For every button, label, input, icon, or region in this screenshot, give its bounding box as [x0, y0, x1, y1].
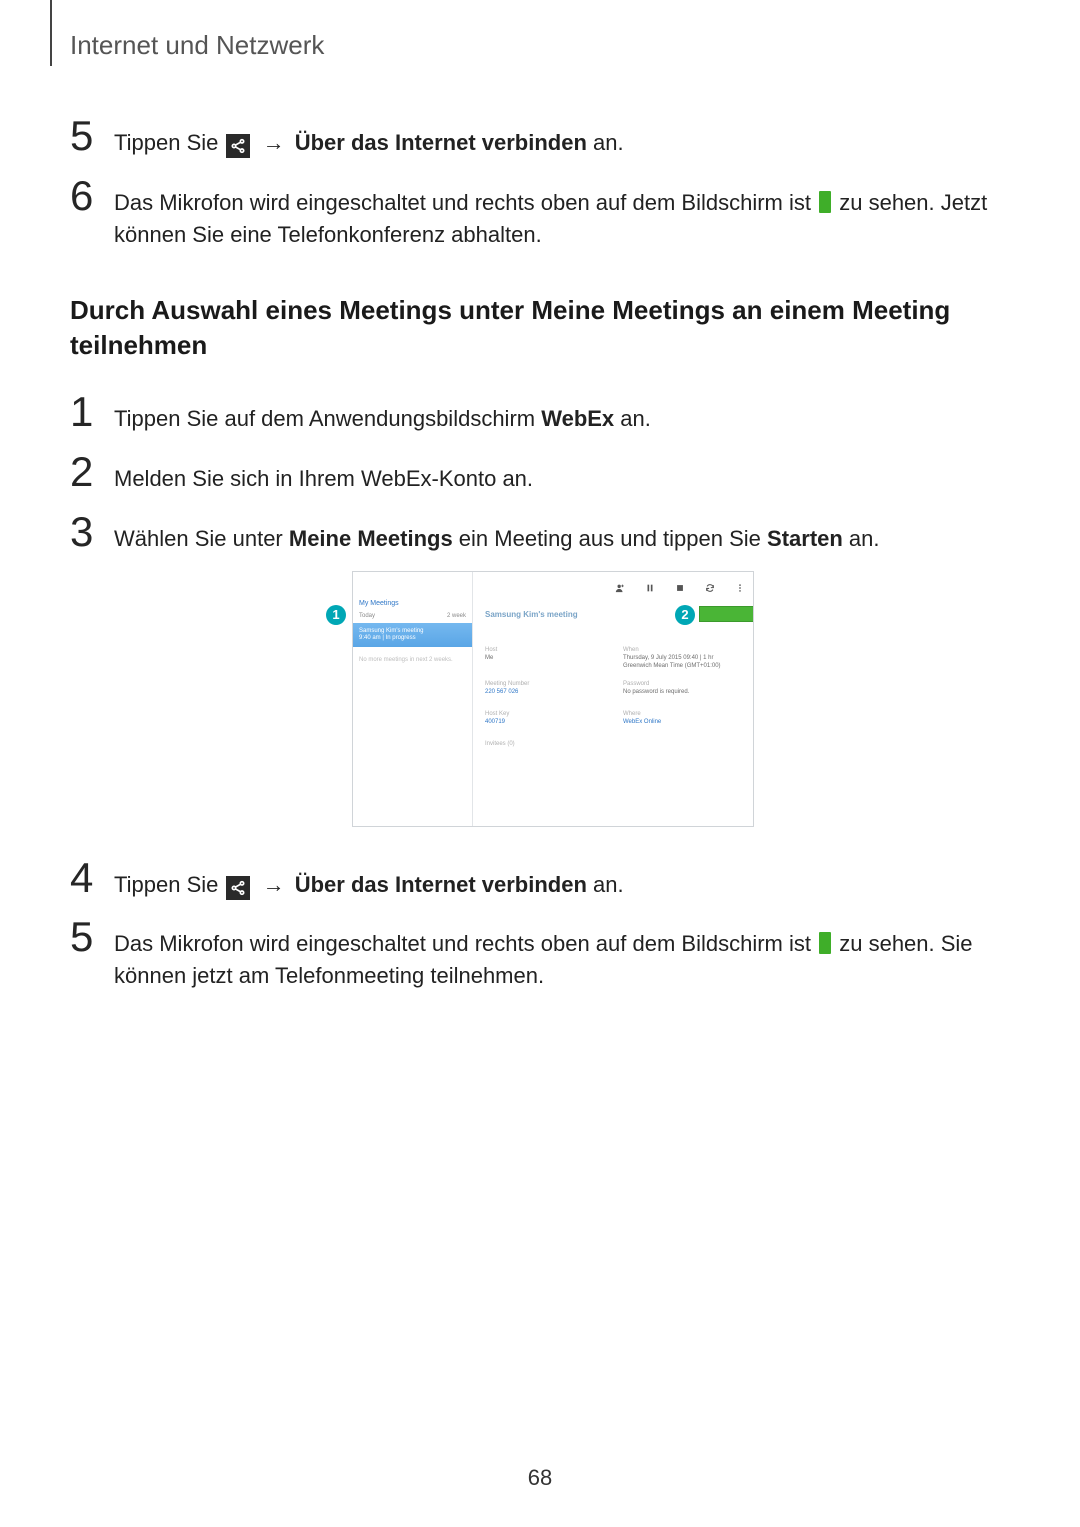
- where-label: Where: [623, 710, 661, 718]
- host-label: Host: [485, 646, 497, 654]
- callout-1: 1: [326, 605, 346, 625]
- webex-screenshot: 2 My Meetings Today 2 week: [352, 571, 754, 827]
- meeting-number-value: 220 567 026: [485, 688, 529, 696]
- filter-range: 2 week: [447, 613, 466, 619]
- arrow: →: [263, 872, 291, 897]
- step-number: 1: [70, 391, 114, 433]
- step-text: Melden Sie sich in Ihrem WebEx-Konto an.: [114, 457, 1010, 495]
- step-number: 4: [70, 857, 114, 899]
- step-text: an.: [843, 526, 880, 551]
- no-more-meetings-text: No more meetings in next 2 weeks.: [353, 647, 472, 673]
- arrow: →: [263, 130, 291, 155]
- step-number: 5: [70, 115, 114, 157]
- step-text: an.: [593, 130, 624, 155]
- step-text: Tippen Sie: [114, 130, 224, 155]
- step-1: 1 Tippen Sie auf dem Anwendungsbildschir…: [70, 391, 1010, 435]
- step-text: Das Mikrofon wird eingeschaltet und rech…: [114, 190, 817, 215]
- host-key-value: 400719: [485, 718, 509, 726]
- step-6-top: 6 Das Mikrofon wird eingeschaltet und re…: [70, 175, 1010, 251]
- password-label: Password: [623, 680, 689, 688]
- step-number: 3: [70, 511, 114, 553]
- step-number: 2: [70, 451, 114, 493]
- step-4-bottom: 4 Tippen Sie → Über das Internet verbind…: [70, 857, 1010, 901]
- step-text: an.: [614, 406, 651, 431]
- invitees-label: Invitees (0): [485, 740, 515, 748]
- when-value-1: Thursday, 9 July 2015 09:40 | 1 hr: [623, 654, 721, 662]
- step-text-bold: Starten: [767, 526, 843, 551]
- share-icon: [226, 876, 250, 900]
- when-label: When: [623, 646, 721, 654]
- running-header: Internet und Netzwerk: [70, 30, 1010, 61]
- step-number: 6: [70, 175, 114, 217]
- page-number: 68: [0, 1465, 1080, 1491]
- step-5-top: 5 Tippen Sie → Über das Internet verbind…: [70, 115, 1010, 159]
- margin-rule-line: [50, 0, 52, 66]
- host-value: Me: [485, 654, 497, 662]
- when-value-2: Greenwich Mean Time (GMT+01:00): [623, 662, 721, 670]
- filter-today: Today: [359, 613, 375, 619]
- step-5-bottom: 5 Das Mikrofon wird eingeschaltet und re…: [70, 916, 1010, 992]
- step-text: Tippen Sie auf dem Anwendungsbildschirm: [114, 406, 541, 431]
- step-text: Tippen Sie: [114, 872, 224, 897]
- step-2: 2 Melden Sie sich in Ihrem WebEx-Konto a…: [70, 451, 1010, 495]
- step-3: 3 Wählen Sie unter Meine Meetings ein Me…: [70, 511, 1010, 555]
- subsection-heading: Durch Auswahl eines Meetings unter Meine…: [70, 293, 1010, 363]
- selected-meeting-row: Samsung Kim's meeting 9:40 am | In progr…: [353, 623, 472, 647]
- step-text: Das Mikrofon wird eingeschaltet und rech…: [114, 931, 817, 956]
- step-number: 5: [70, 916, 114, 958]
- meeting-title: Samsung Kim's meeting: [485, 610, 578, 619]
- my-meetings-header: My Meetings: [353, 598, 472, 613]
- step-text: ein Meeting aus und tippen Sie: [453, 526, 767, 551]
- step-text-bold: WebEx: [541, 406, 614, 431]
- host-key-label: Host Key: [485, 710, 509, 718]
- step-text-bold: Über das Internet verbinden: [295, 130, 587, 155]
- where-value: WebEx Online: [623, 718, 661, 726]
- step-text-bold: Meine Meetings: [289, 526, 453, 551]
- mic-icon: [819, 191, 831, 213]
- step-text: Wählen Sie unter: [114, 526, 289, 551]
- share-icon: [226, 134, 250, 158]
- meeting-number-label: Meeting Number: [485, 680, 529, 688]
- join-button: [699, 606, 754, 622]
- password-value: No password is required.: [623, 688, 689, 696]
- step-text: an.: [593, 872, 624, 897]
- step-text-bold: Über das Internet verbinden: [295, 872, 587, 897]
- mic-icon: [819, 932, 831, 954]
